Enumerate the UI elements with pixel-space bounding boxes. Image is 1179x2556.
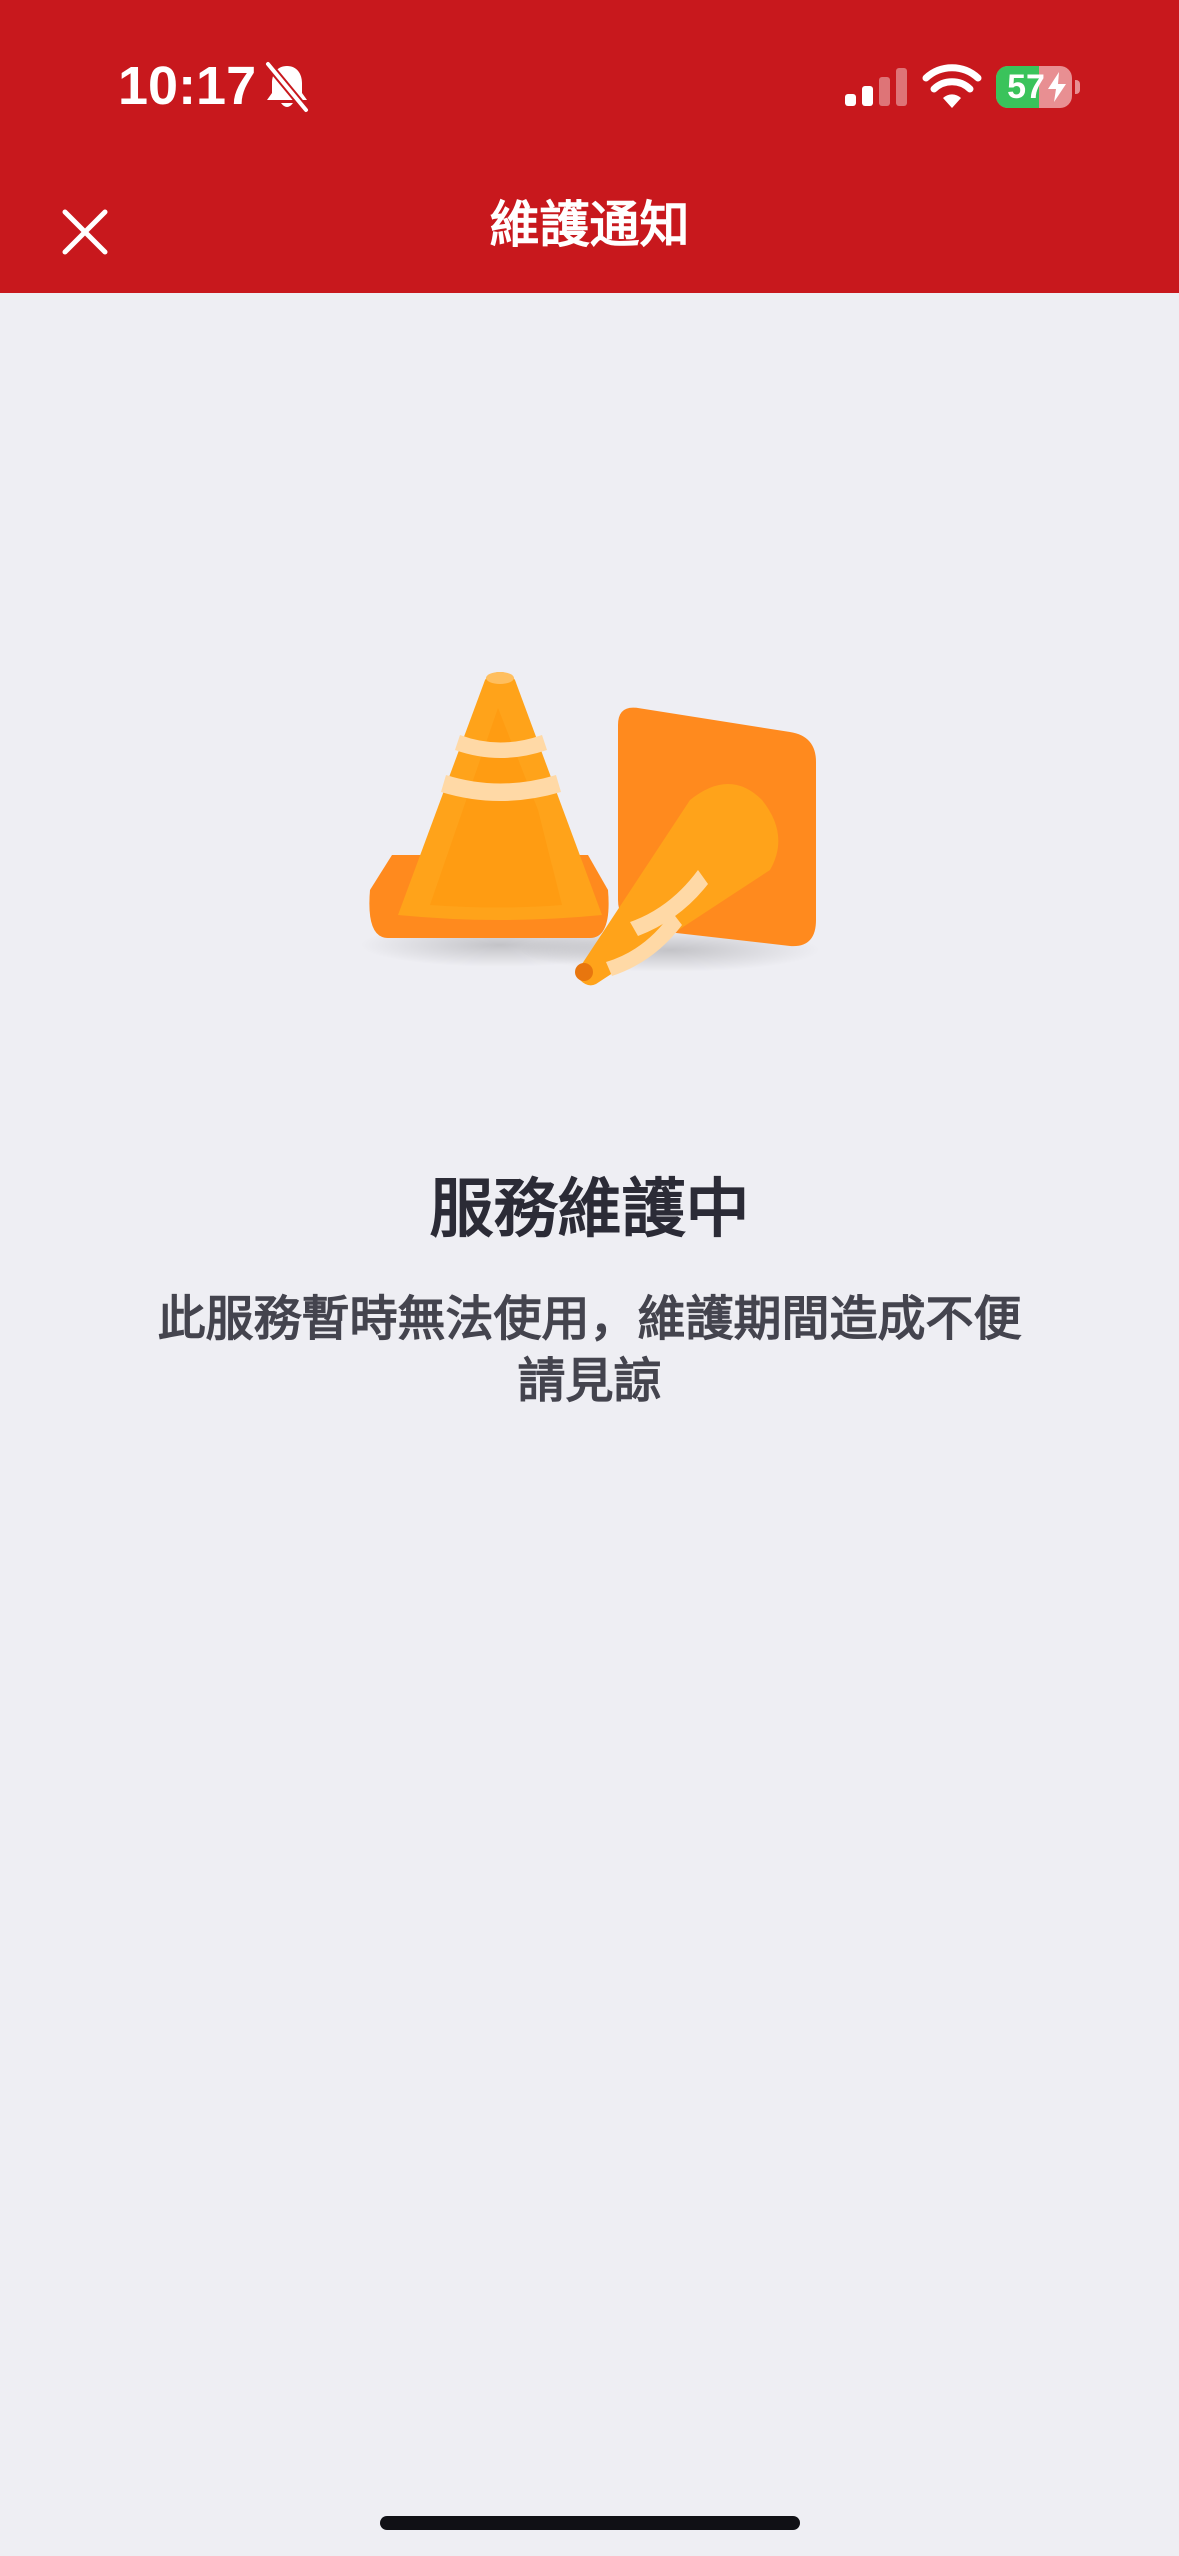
page-title: 維護通知 bbox=[489, 196, 690, 254]
status-bar: 10:17 57 bbox=[0, 0, 1179, 175]
bell-slash-icon bbox=[264, 60, 310, 114]
battery-indicator: 57 bbox=[996, 66, 1080, 108]
wifi-icon bbox=[922, 64, 982, 108]
close-icon[interactable] bbox=[50, 197, 120, 267]
maintenance-description: 此服務暫時無法使用，維護期間造成不便請見諒 bbox=[157, 1291, 1022, 1409]
cellular-signal-icon bbox=[845, 68, 907, 106]
battery-body: 57 bbox=[996, 66, 1072, 108]
maintenance-title: 服務維護中 bbox=[429, 1173, 750, 1247]
status-time: 10:17 bbox=[118, 56, 257, 116]
app-header: 10:17 57 維護通知 bbox=[0, 0, 1179, 293]
traffic-cones-icon bbox=[360, 672, 820, 986]
battery-cap bbox=[1075, 80, 1080, 94]
home-indicator[interactable] bbox=[380, 2516, 800, 2530]
navigation-bar: 維護通知 bbox=[0, 175, 1179, 293]
charging-bolt-icon bbox=[1048, 72, 1066, 102]
